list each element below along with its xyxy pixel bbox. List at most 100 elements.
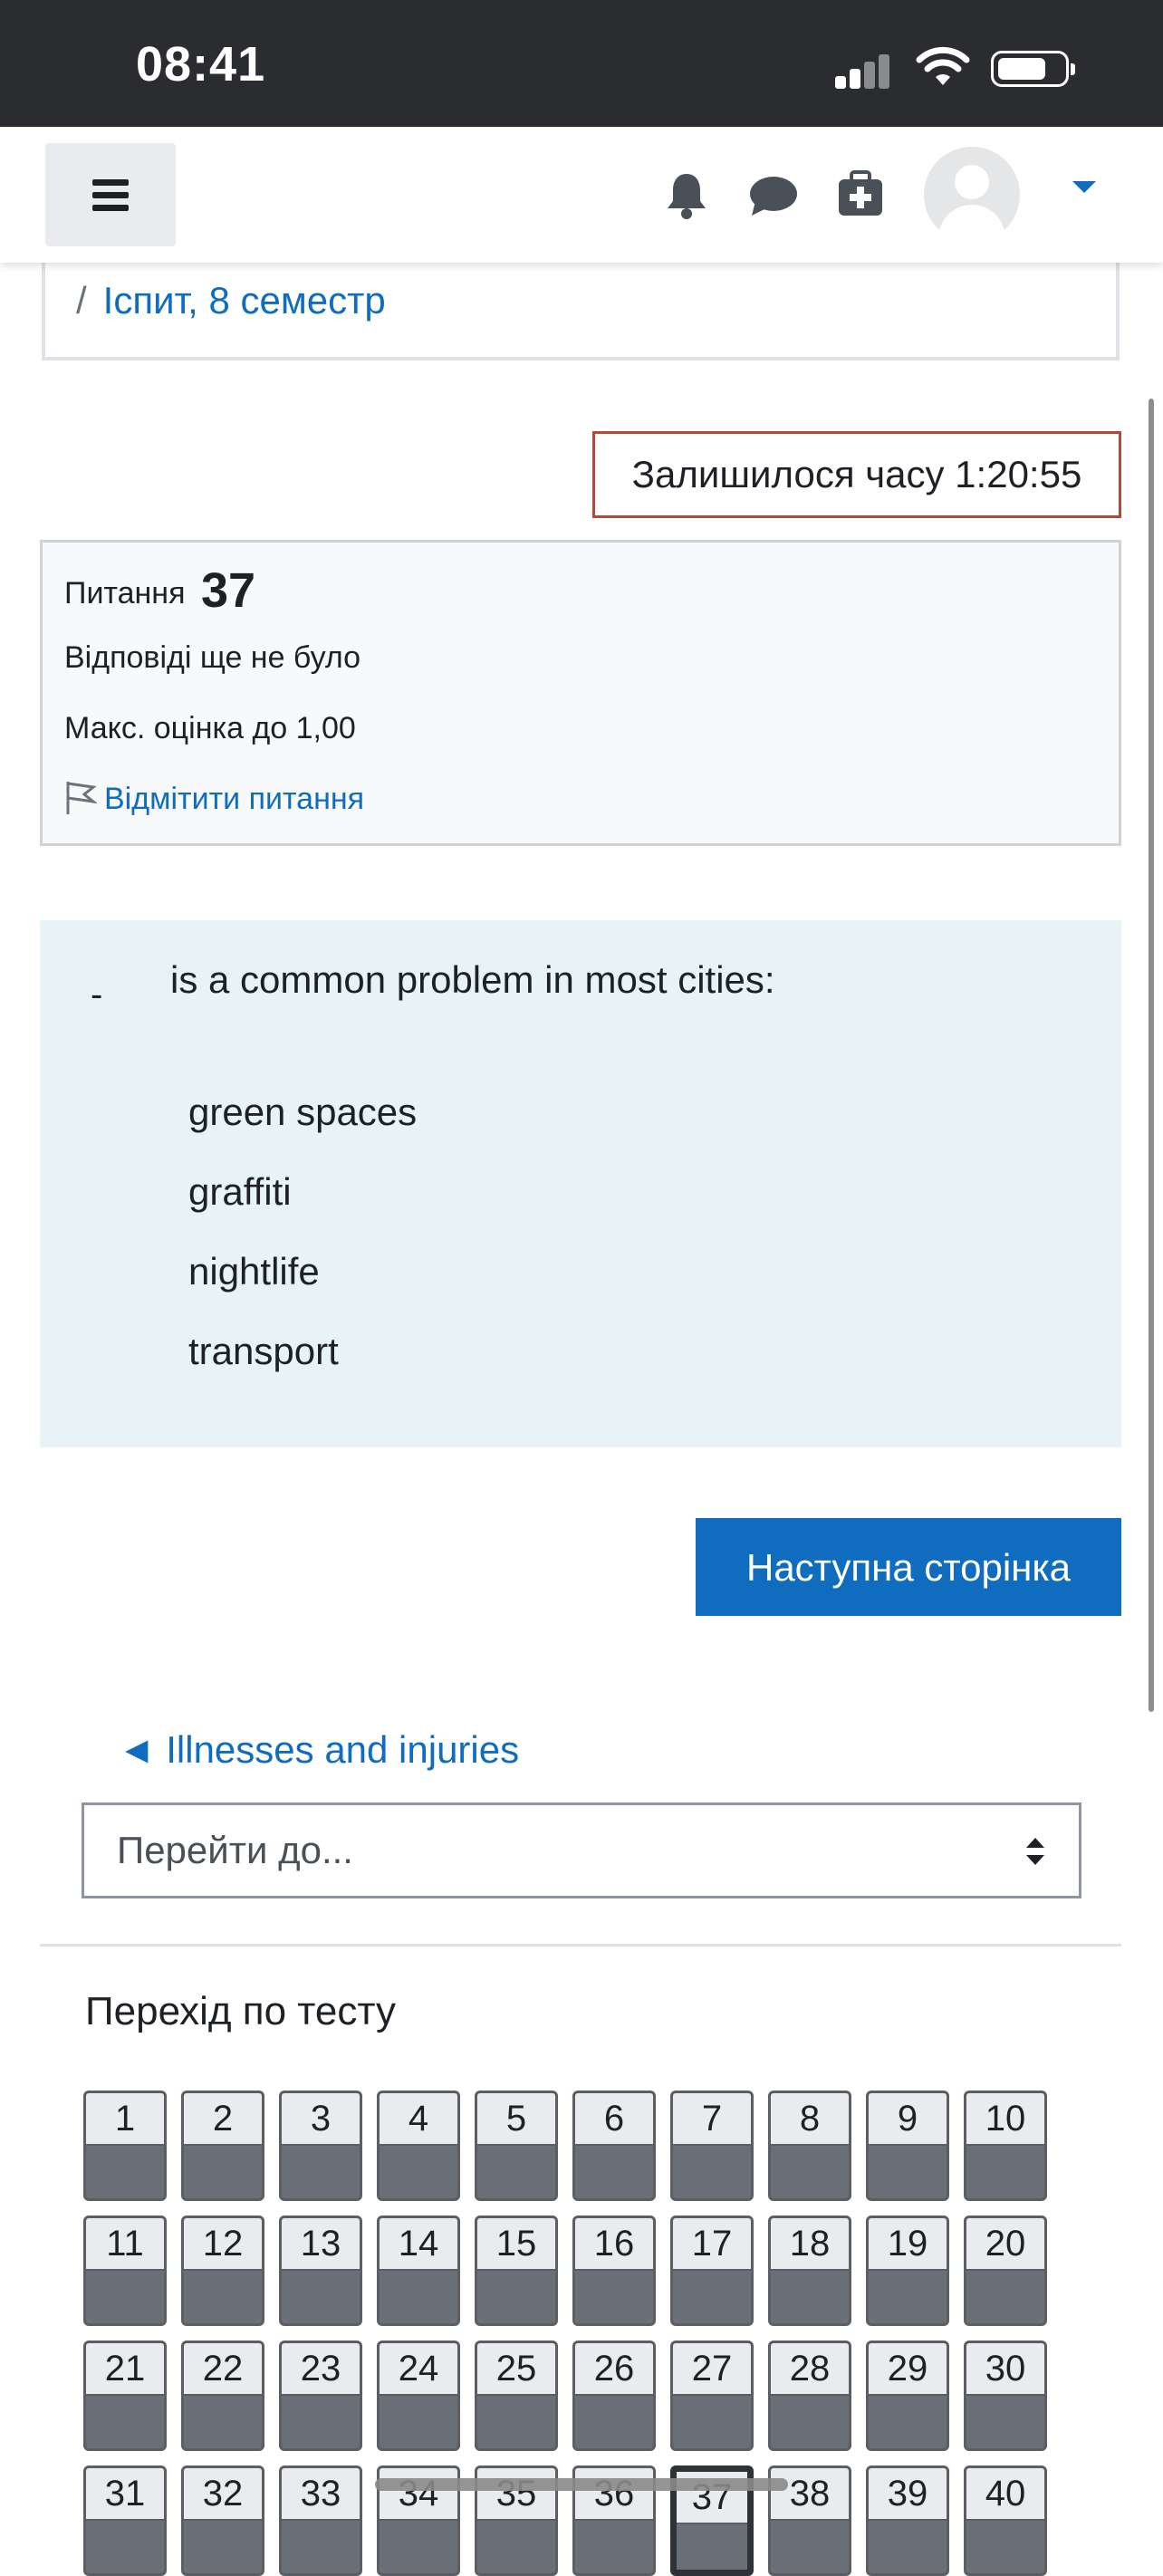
quiz-nav-button[interactable]: 27 [670, 2341, 754, 2451]
quiz-nav-button[interactable]: 33 [279, 2465, 362, 2576]
quiz-nav-button-label: 6 [575, 2093, 653, 2146]
question-label: Питання [64, 576, 186, 610]
user-avatar[interactable] [924, 147, 1020, 243]
answer-option[interactable]: transport [188, 1330, 339, 1373]
question-state: Відповіді ще не було [64, 640, 361, 675]
quiz-nav-button[interactable]: 26 [572, 2341, 656, 2451]
quiz-nav-button-label: 28 [771, 2343, 849, 2396]
status-time: 08:41 [136, 37, 266, 91]
quiz-nav-button-label: 32 [184, 2468, 262, 2521]
quiz-nav-button-label: 5 [477, 2093, 555, 2146]
quiz-nav-button[interactable]: 4 [377, 2091, 460, 2201]
quiz-nav-button-label: 36 [575, 2468, 653, 2521]
quiz-nav-button[interactable]: 22 [181, 2341, 264, 2451]
quiz-nav-button-label: 40 [966, 2468, 1044, 2521]
quiz-nav-button-label: 3 [282, 2093, 360, 2146]
quiz-nav-button[interactable]: 21 [83, 2341, 167, 2451]
chat-icon[interactable] [748, 174, 799, 219]
status-bar: 08:41 [0, 0, 1163, 127]
battery-icon [991, 51, 1075, 87]
quiz-nav-button[interactable]: 12 [181, 2216, 264, 2326]
flag-question-label: Відмітити питання [104, 782, 365, 816]
quiz-nav-button[interactable]: 17 [670, 2216, 754, 2326]
time-left-timer: Залишилося часу 1:20:55 [592, 431, 1121, 518]
wifi-icon [916, 46, 970, 85]
question-info-panel: Питання 37 Відповіді ще не було Макс. оц… [40, 540, 1121, 846]
quiz-nav-button[interactable]: 40 [964, 2465, 1047, 2576]
top-navbar [0, 127, 1163, 263]
quiz-nav-button-label: 22 [184, 2343, 262, 2396]
quiz-nav-button-label: 30 [966, 2343, 1044, 2396]
quiz-nav-button[interactable]: 15 [475, 2216, 558, 2326]
question-text: is a common problem in most cities: [170, 958, 775, 1001]
quiz-nav-button[interactable]: 13 [279, 2216, 362, 2326]
question-max-grade: Макс. оцінка до 1,00 [64, 711, 356, 745]
quiz-nav-button-label: 18 [771, 2218, 849, 2271]
question-content: - is a common problem in most cities: gr… [40, 920, 1121, 1447]
quiz-nav-button[interactable]: 25 [475, 2341, 558, 2451]
quiz-nav-button-label: 1 [86, 2093, 164, 2146]
quiz-nav-button-label: 19 [869, 2218, 947, 2271]
next-page-button[interactable]: Наступна сторінка [696, 1518, 1121, 1616]
quiz-nav-button-label: 31 [86, 2468, 164, 2521]
flag-icon [66, 782, 99, 814]
quiz-nav-button-label: 4 [380, 2093, 457, 2146]
chevron-down-icon[interactable] [1072, 181, 1096, 193]
first-aid-icon[interactable] [837, 170, 884, 217]
quiz-nav-button[interactable]: 11 [83, 2216, 167, 2326]
question-blank: - [91, 975, 103, 1014]
breadcrumb: / Іспит, 8 семестр [76, 279, 386, 322]
quiz-nav-button-label: 21 [86, 2343, 164, 2396]
quiz-nav-button[interactable]: 29 [866, 2341, 949, 2451]
quiz-nav-button[interactable]: 39 [866, 2465, 949, 2576]
quiz-nav-button[interactable]: 16 [572, 2216, 656, 2326]
cellular-signal-icon [835, 53, 891, 89]
quiz-nav-button-label: 35 [477, 2468, 555, 2521]
select-arrows-icon [1026, 1838, 1044, 1865]
quiz-nav-button-label: 15 [477, 2218, 555, 2271]
quiz-nav-button-label: 26 [575, 2343, 653, 2396]
quiz-nav-button[interactable]: 6 [572, 2091, 656, 2201]
jump-to-select[interactable]: Перейти до... [82, 1802, 1081, 1898]
answer-option[interactable]: green spaces [188, 1091, 417, 1134]
flag-question-link[interactable]: Відмітити питання [64, 780, 364, 817]
quiz-nav-button[interactable]: 30 [964, 2341, 1047, 2451]
question-number-value: 37 [200, 563, 256, 618]
quiz-nav-button[interactable]: 14 [377, 2216, 460, 2326]
breadcrumb-separator: / [76, 279, 87, 322]
quiz-nav-button-label: 11 [86, 2218, 164, 2271]
quiz-nav-button-label: 38 [771, 2468, 849, 2521]
menu-toggle-button[interactable] [45, 143, 176, 246]
quiz-nav-button[interactable]: 3 [279, 2091, 362, 2201]
bell-icon[interactable] [665, 170, 708, 219]
quiz-nav-button-label: 8 [771, 2093, 849, 2146]
quiz-nav-button[interactable]: 31 [83, 2465, 167, 2576]
quiz-nav-button-label: 10 [966, 2093, 1044, 2146]
quiz-nav-button[interactable]: 19 [866, 2216, 949, 2326]
quiz-nav-button-label: 2 [184, 2093, 262, 2146]
quiz-nav-button-label: 25 [477, 2343, 555, 2396]
quiz-nav-button[interactable]: 9 [866, 2091, 949, 2201]
quiz-nav-button[interactable]: 10 [964, 2091, 1047, 2201]
quiz-nav-button[interactable]: 23 [279, 2341, 362, 2451]
breadcrumb-link-exam[interactable]: Іспит, 8 семестр [103, 279, 386, 322]
quiz-nav-button[interactable]: 1 [83, 2091, 167, 2201]
quiz-nav-button-label: 24 [380, 2343, 457, 2396]
scrollbar[interactable] [1149, 399, 1154, 1712]
quiz-nav-button[interactable]: 18 [768, 2216, 851, 2326]
answer-option[interactable]: graffiti [188, 1170, 292, 1214]
quiz-nav-button[interactable]: 24 [377, 2341, 460, 2451]
quiz-nav-button-label: 12 [184, 2218, 262, 2271]
quiz-nav-button-label: 34 [380, 2468, 457, 2521]
previous-activity-link[interactable]: ◄ Illnesses and injuries [118, 1728, 519, 1772]
quiz-nav-button[interactable]: 8 [768, 2091, 851, 2201]
quiz-nav-button[interactable]: 32 [181, 2465, 264, 2576]
quiz-nav-button-label: 13 [282, 2218, 360, 2271]
quiz-nav-button[interactable]: 2 [181, 2091, 264, 2201]
quiz-nav-button[interactable]: 20 [964, 2216, 1047, 2326]
quiz-nav-button-label: 20 [966, 2218, 1044, 2271]
quiz-nav-button[interactable]: 5 [475, 2091, 558, 2201]
answer-option[interactable]: nightlife [188, 1250, 320, 1293]
quiz-nav-button[interactable]: 28 [768, 2341, 851, 2451]
quiz-nav-button[interactable]: 7 [670, 2091, 754, 2201]
